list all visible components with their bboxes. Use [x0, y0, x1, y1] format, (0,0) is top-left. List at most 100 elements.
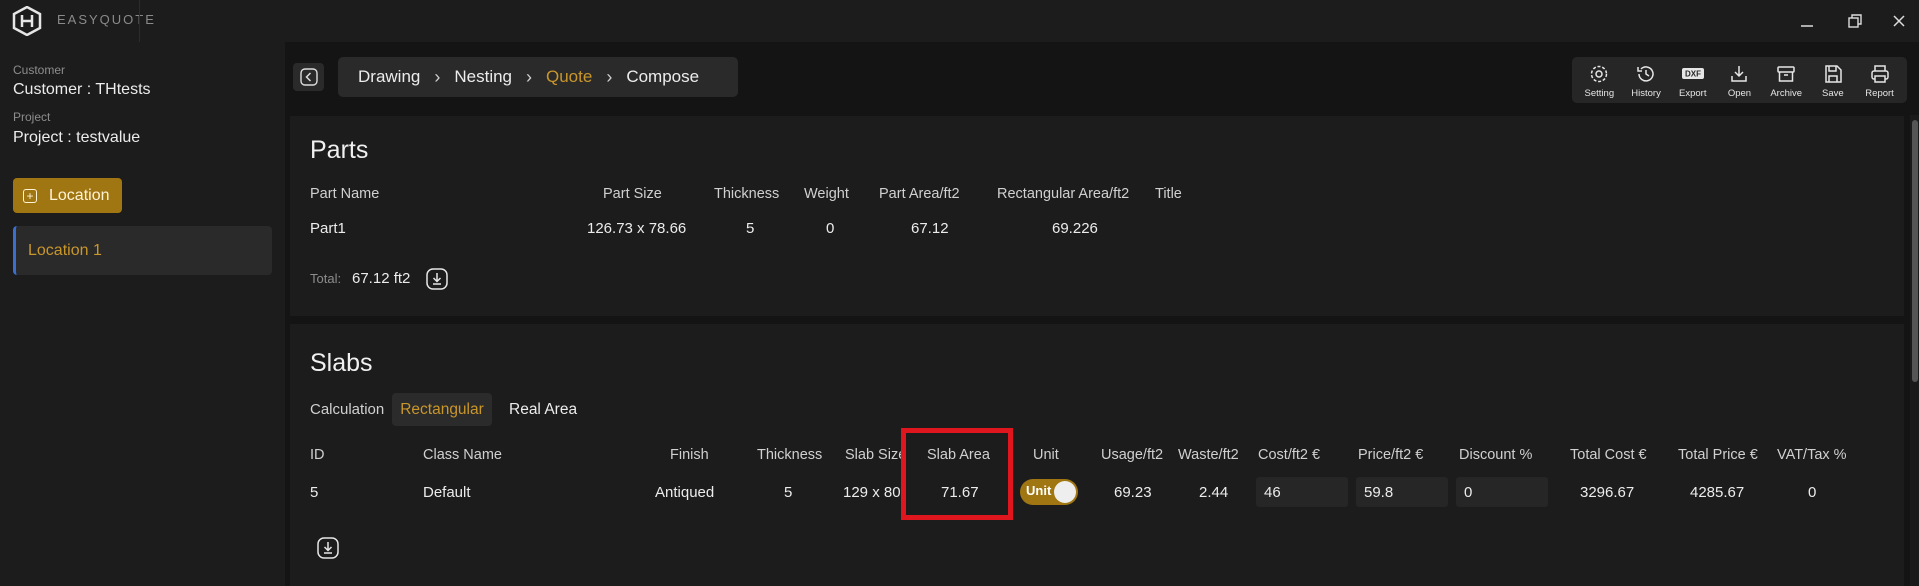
slabs-header-discount: Discount %: [1459, 447, 1533, 463]
price-input-value: 59.8: [1364, 483, 1394, 501]
breadcrumb-compose[interactable]: Compose: [626, 67, 699, 87]
archive-button[interactable]: Archive: [1764, 62, 1808, 99]
slab-total-price: 4285.67: [1690, 484, 1745, 501]
slabs-panel: [290, 324, 1904, 586]
breadcrumb-quote[interactable]: Quote: [546, 67, 592, 87]
tab-real-area[interactable]: Real Area: [509, 401, 577, 419]
slab-class-name: Default: [423, 484, 471, 501]
calculation-label: Calculation: [310, 401, 385, 418]
parts-header-title: Title: [1155, 186, 1182, 202]
parts-header-rect-area: Rectangular Area/ft2: [997, 186, 1130, 202]
unit-toggle[interactable]: Unit: [1020, 479, 1078, 505]
parts-header-weight: Weight: [804, 186, 849, 202]
price-input[interactable]: 59.8: [1356, 477, 1448, 507]
parts-total-label: Total:: [310, 271, 342, 286]
divider: [139, 0, 140, 42]
slab-thickness: 5: [784, 484, 793, 501]
slabs-header-cost: Cost/ft2 €: [1258, 447, 1321, 463]
breadcrumb-nesting[interactable]: Nesting: [454, 67, 512, 87]
project-value: Project : testvalue: [13, 129, 141, 146]
part-thickness: 5: [746, 220, 755, 237]
archive-label: Archive: [1770, 87, 1802, 99]
save-label: Save: [1822, 87, 1844, 99]
slab-waste: 2.44: [1199, 484, 1229, 501]
cost-input[interactable]: 46: [1256, 477, 1348, 507]
chevron-right-icon: ›: [434, 66, 441, 87]
slab-area-highlight: [901, 428, 1013, 520]
slab-usage: 69.23: [1114, 484, 1152, 501]
slab-size-cell: 129 x 80: [843, 480, 901, 506]
tab-rectangular[interactable]: Rectangular: [392, 393, 492, 426]
save-button[interactable]: Save: [1811, 62, 1855, 99]
chevron-right-icon: ›: [526, 66, 532, 87]
parts-header-name: Part Name: [310, 186, 380, 202]
part-weight: 0: [826, 220, 835, 237]
parts-header-part-area: Part Area/ft2: [879, 186, 960, 202]
restore-icon: [1848, 14, 1862, 28]
slabs-header-price: Price/ft2 €: [1358, 447, 1424, 463]
slabs-header-total-cost: Total Cost €: [1570, 447, 1647, 463]
slabs-header-unit: Unit: [1033, 447, 1059, 463]
part-name: Part1: [310, 220, 346, 237]
parts-header-thickness: Thickness: [714, 186, 780, 202]
cost-input-value: 46: [1264, 483, 1281, 501]
app-brand: EASYQUOTE: [57, 12, 156, 27]
app-logo-icon: [12, 6, 42, 36]
download-icon: [1731, 65, 1748, 82]
customer-value: Customer : THtests: [13, 81, 151, 98]
parts-panel: [290, 116, 1904, 316]
slabs-header-thickness: Thickness: [757, 447, 823, 463]
report-label: Report: [1865, 87, 1894, 99]
chevron-right-icon: ›: [606, 66, 613, 87]
slabs-header-usage: Usage/ft2: [1101, 447, 1164, 463]
history-icon: [1637, 65, 1654, 82]
setting-button[interactable]: Setting: [1577, 62, 1621, 99]
part-area: 67.12: [911, 220, 949, 237]
gear-icon: [1591, 65, 1608, 82]
slabs-header-vat: VAT/Tax %: [1777, 447, 1847, 463]
export-label: Export: [1679, 87, 1707, 99]
part-size: 126.73 x 78.66: [587, 220, 687, 237]
scrollbar-thumb[interactable]: [1912, 120, 1918, 382]
history-button[interactable]: History: [1624, 62, 1668, 99]
add-location-label: Location: [49, 186, 110, 204]
slab-vat: 0: [1808, 484, 1817, 501]
sidebar-item-location-1[interactable]: Location 1: [13, 226, 272, 275]
open-label: Open: [1727, 87, 1752, 99]
add-location-button[interactable]: + Location: [13, 178, 122, 213]
close-icon: [1893, 15, 1905, 27]
slab-total-cost: 3296.67: [1580, 484, 1635, 501]
svg-text:DXF: DXF: [1685, 69, 1701, 78]
parts-header-size: Part Size: [603, 186, 662, 202]
slab-size: 129 x 80: [843, 484, 901, 501]
parts-total-value: 67.12 ft2: [352, 270, 411, 287]
restore-button[interactable]: [1840, 8, 1870, 34]
back-button[interactable]: [293, 63, 324, 91]
breadcrumb: Drawing › Nesting › Quote › Compose: [338, 57, 738, 97]
tab-rectangular-label: Rectangular: [400, 400, 484, 418]
setting-label: Setting: [1584, 87, 1615, 99]
slabs-header-id: ID: [310, 447, 325, 463]
unit-toggle-label: Unit: [1026, 483, 1052, 498]
parts-title: Parts: [310, 136, 369, 164]
report-button[interactable]: Report: [1858, 62, 1902, 99]
breadcrumb-drawing[interactable]: Drawing: [358, 67, 420, 87]
minimize-icon: [1801, 25, 1813, 27]
discount-input[interactable]: 0: [1456, 477, 1548, 507]
download-slabs-icon[interactable]: [317, 537, 339, 559]
slabs-header-waste: Waste/ft2: [1178, 447, 1239, 463]
slabs-header-class: Class Name: [423, 447, 502, 463]
slabs-header-total-price: Total Price €: [1678, 447, 1758, 463]
open-button[interactable]: Open: [1717, 62, 1761, 99]
save-icon: [1825, 64, 1842, 83]
slabs-header-slab-size: Slab Size: [845, 447, 907, 463]
part-rect-area: 69.226: [1052, 220, 1098, 237]
close-button[interactable]: [1884, 8, 1914, 34]
slabs-header-finish: Finish: [670, 447, 709, 463]
slabs-title: Slabs: [310, 349, 373, 377]
printer-icon: [1870, 64, 1889, 83]
minimize-button[interactable]: [1792, 8, 1822, 34]
history-label: History: [1631, 87, 1661, 99]
export-button[interactable]: DXF Export: [1671, 62, 1715, 99]
download-parts-icon[interactable]: [426, 268, 448, 290]
